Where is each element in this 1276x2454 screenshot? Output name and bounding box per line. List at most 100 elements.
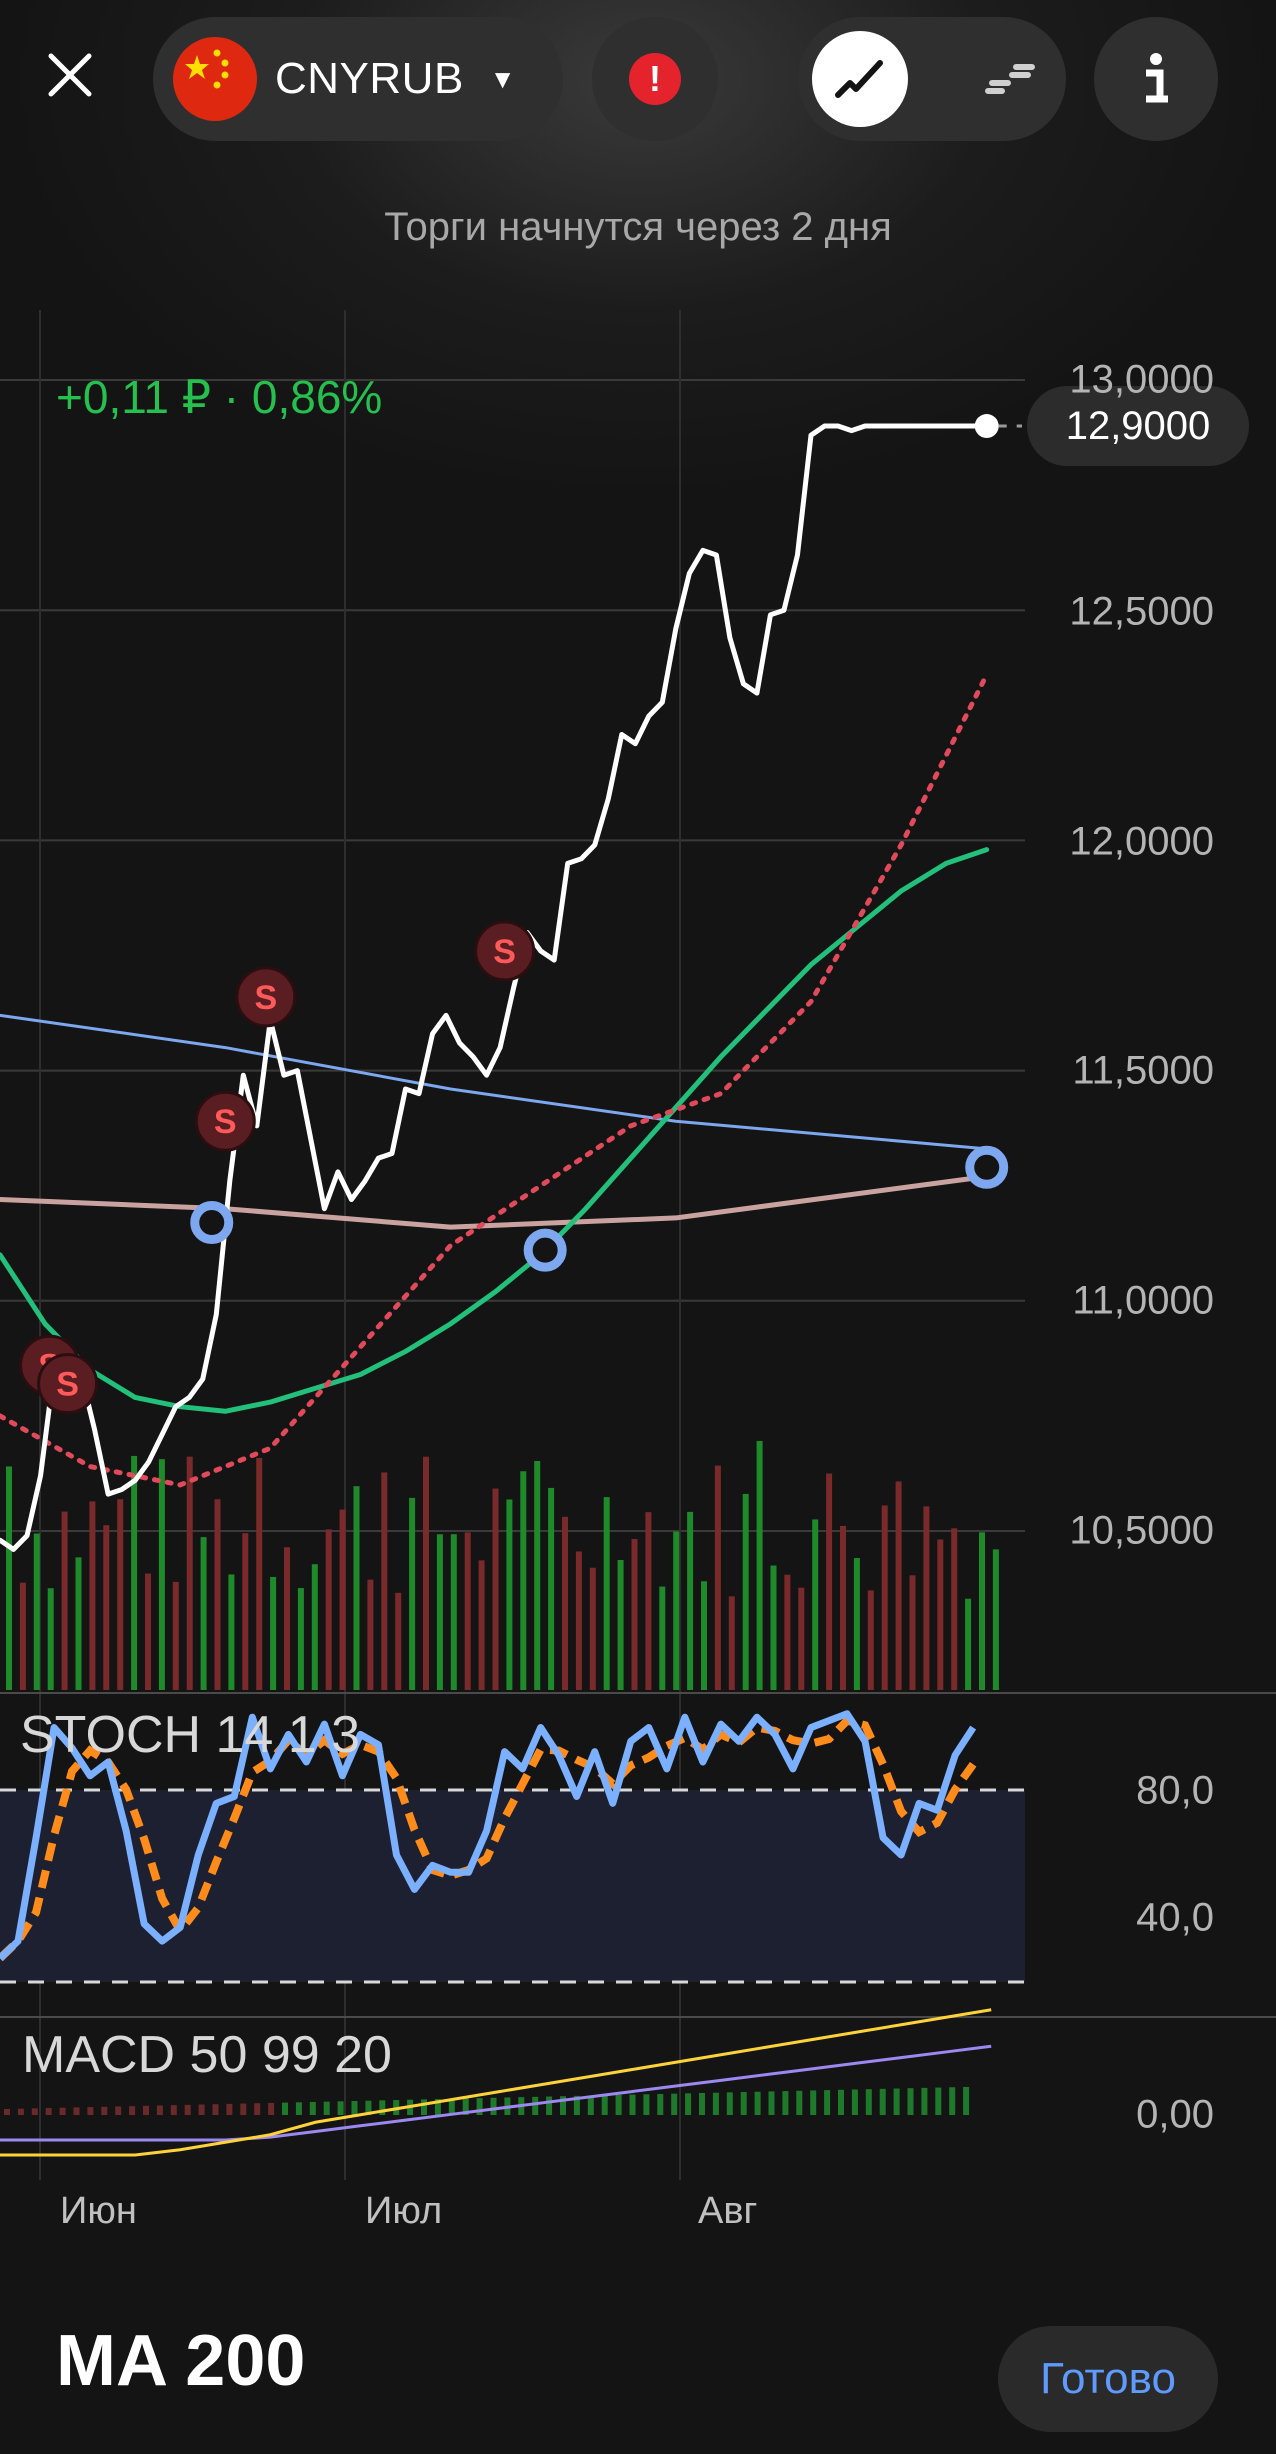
alert-button[interactable]: ! [592,17,718,141]
volume-bar [214,1499,221,1690]
macd-histogram-bar [546,2096,553,2115]
macd-histogram-bar [254,2103,261,2115]
macd-histogram-bar [268,2102,275,2115]
ticker-label: CNYRUB [275,54,464,103]
info-icon [1146,53,1168,103]
last-price-dot [974,414,999,439]
volume-bar [687,1511,694,1690]
volume-bar [242,1533,249,1690]
price-change: +0,11 ₽ · 0,86% [56,371,383,423]
close-icon [48,53,92,97]
volume-bar [506,1499,513,1690]
y-tick-label: 11,5000 [1072,1048,1214,1093]
macd-histogram-bar [768,2091,775,2115]
volume-bar [742,1493,749,1690]
volume-bar [562,1516,568,1690]
volume-bar [6,1466,12,1690]
stoch-label: STOCH 14 1 3 [20,1706,361,1764]
volume-bar [464,1532,471,1690]
volume-bar [534,1460,541,1690]
volume-bar [61,1511,68,1690]
macd-histogram-bar [726,2092,733,2115]
macd-histogram-bar [282,2102,288,2115]
volume-bar [117,1499,124,1690]
macd-label: MACD 50 99 20 [22,2026,392,2084]
volume-bar [339,1509,346,1690]
volume-bar [256,1457,263,1690]
macd-histogram-bar [490,2097,497,2115]
macd-histogram-bar [226,2103,233,2115]
volume-bar [728,1596,735,1690]
volume-bar [270,1576,277,1690]
volume-bar [937,1539,944,1690]
done-button[interactable]: Готово [998,2326,1218,2432]
macd-histogram-bar [421,2099,427,2115]
volume-bar [840,1525,846,1690]
macd-histogram-bar [657,2093,664,2115]
volume-bar [311,1564,318,1690]
chevron-down-icon: ▼ [489,63,516,94]
volume-bar [867,1590,874,1690]
x-tick-label: Июл [365,2190,443,2232]
volume-bar [798,1587,805,1690]
y-tick-label: 11,0000 [1072,1278,1214,1323]
stoch-tick-label: 40,0 [1136,1895,1214,1940]
line-chart-icon [835,60,883,98]
macd-histogram-bar [712,2092,719,2115]
macd-histogram-bar [699,2093,705,2115]
macd-histogram-bar [851,2089,858,2115]
volume-bar [645,1512,652,1690]
volume-bar [200,1537,207,1690]
candle-mode-button[interactable] [962,31,1058,127]
y-tick-label: 12,5000 [1069,589,1214,634]
volume-bar [812,1519,819,1690]
sell-signal-label: S [254,979,277,1017]
macd-histogram-bar [156,2105,163,2115]
volume-bar [478,1560,485,1690]
info-button[interactable] [1094,17,1218,141]
macd-histogram-bar [59,2107,66,2115]
macd-histogram-bar [810,2090,817,2115]
line-mode-button[interactable] [812,31,908,127]
volume-bar [158,1459,165,1690]
volume-bar [172,1581,179,1690]
macd-histogram-bar [893,2088,900,2115]
volume-bar [450,1534,457,1690]
macd-histogram-bar [337,2101,344,2115]
volume-bar [103,1525,110,1690]
volume-bar [297,1588,304,1690]
price-line [0,423,990,1552]
ma-red-line [0,672,990,1488]
macd-histogram-bar [143,2105,149,2115]
macd-histogram-bar [73,2107,80,2115]
macd-histogram-bar [963,2086,970,2115]
macd-histogram-bar [4,2109,10,2115]
volume-bar [409,1497,416,1690]
volume-bar [603,1497,610,1690]
ma-marker [523,1228,567,1272]
macd-histogram-bar [87,2107,94,2115]
volume-bar [659,1586,666,1690]
macd-histogram-bar [240,2103,247,2115]
macd-histogram-bar [351,2101,358,2115]
volume-bar [992,1549,999,1690]
macd-histogram-bar [184,2104,191,2115]
sell-signal-label: S [214,1103,237,1141]
macd-histogram-bar [865,2089,872,2115]
volume-bar [381,1472,388,1690]
market-status: Торги начнутся через 2 дня [384,205,892,249]
macd-histogram-bar [754,2091,761,2115]
x-tick-label: Июн [60,2190,137,2232]
volume-bar [520,1471,527,1690]
macd-histogram-bar [796,2090,803,2115]
x-tick-label: Авг [698,2190,758,2232]
volume-bar [881,1505,888,1690]
macd-histogram-bar [17,2108,24,2115]
close-button[interactable] [30,35,110,115]
volume-bar [617,1559,624,1690]
ticker-selector[interactable]: CNYRUB ▼ [153,17,563,141]
volume-bar [714,1465,721,1690]
volume-bar [909,1575,916,1690]
macd-histogram-bar [31,2108,38,2115]
ma-marker [190,1201,234,1245]
